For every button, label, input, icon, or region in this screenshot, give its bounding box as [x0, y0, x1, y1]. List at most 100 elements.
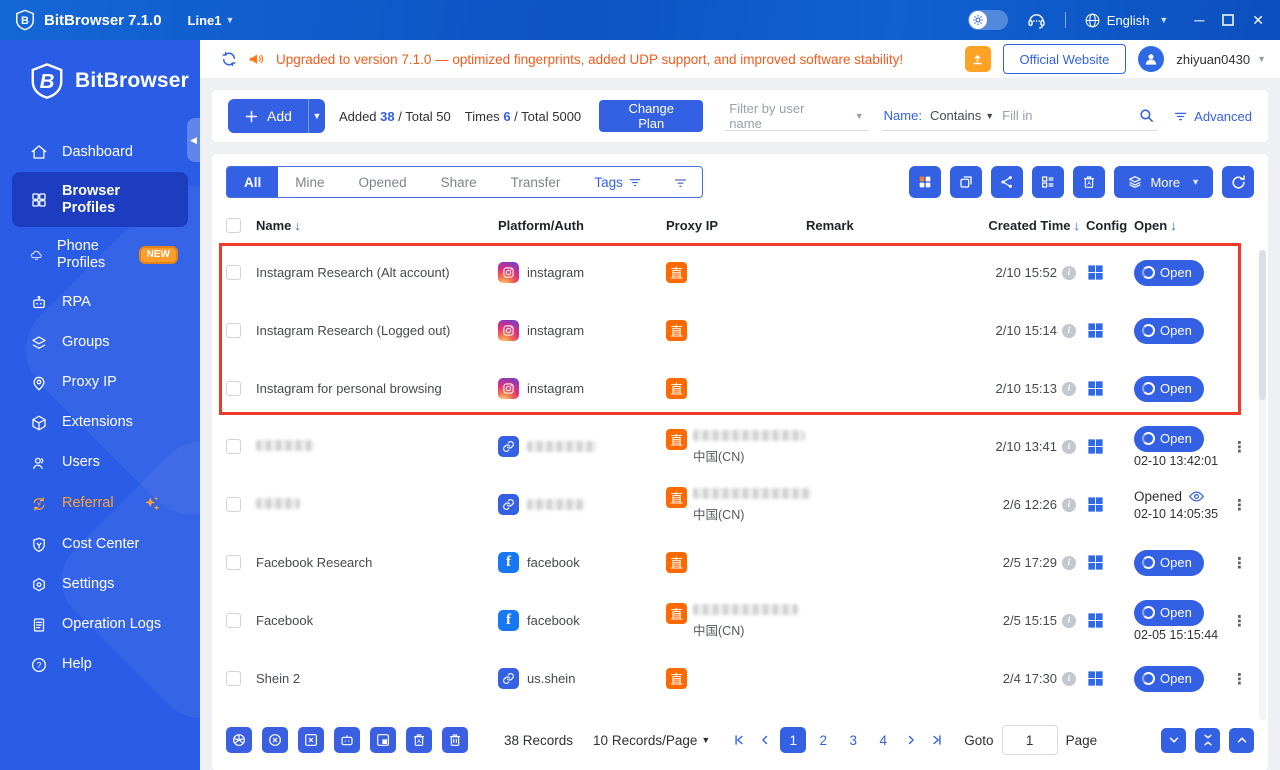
line-selector[interactable]: Line1▼	[188, 13, 235, 28]
row-menu-button[interactable]: ⋮	[1226, 554, 1254, 572]
sidebar-item-browser-profiles[interactable]: Browser Profiles	[12, 172, 188, 227]
search-icon[interactable]	[1138, 107, 1155, 124]
tab-opened[interactable]: Opened	[342, 166, 424, 198]
upload-button[interactable]	[965, 46, 991, 72]
clone-window-button[interactable]	[950, 166, 982, 198]
open-button[interactable]: Open	[1134, 376, 1204, 402]
open-button[interactable]: Open	[1134, 600, 1204, 626]
row-checkbox[interactable]	[226, 381, 241, 396]
table-row[interactable]: Facebook Research ffacebook 直 2/5 17:29i…	[226, 536, 1254, 589]
sort-desc-icon[interactable]: ↓	[1074, 218, 1081, 233]
scroll-down-button[interactable]	[1161, 728, 1186, 753]
advanced-filter-button[interactable]: Advanced	[1173, 109, 1252, 124]
row-menu-button[interactable]: ⋮	[1226, 612, 1254, 630]
per-page-select[interactable]: 10 Records/Page▼	[593, 733, 710, 748]
user-filter-select[interactable]: Filter by user name▼	[725, 101, 867, 131]
collapse-rows-button[interactable]	[1195, 728, 1220, 753]
close-all-browsers-button[interactable]	[262, 727, 288, 753]
table-row[interactable]: Instagram Research (Logged out) instagra…	[226, 304, 1254, 357]
sidebar-item-operation-logs[interactable]: Operation Logs	[12, 605, 188, 645]
row-menu-button[interactable]: ⋮	[1226, 670, 1254, 688]
sidebar-item-proxy-ip[interactable]: Proxy IP	[12, 363, 188, 403]
open-all-browsers-button[interactable]	[226, 727, 252, 753]
sidebar-item-help[interactable]: ? Help	[12, 645, 188, 685]
info-icon[interactable]: i	[1062, 324, 1076, 338]
sidebar-item-extensions[interactable]: Extensions	[12, 403, 188, 443]
sidebar-item-referral[interactable]: ¥ Referral	[12, 483, 188, 525]
table-row[interactable]: Shein 2 us.shein 直 2/4 17:30i Open ⋮	[226, 652, 1254, 705]
search-input[interactable]	[1002, 108, 1130, 123]
more-button[interactable]: More▼	[1114, 166, 1213, 198]
tab-all[interactable]: All	[227, 166, 278, 198]
first-page-button[interactable]	[728, 728, 750, 752]
sidebar-item-groups[interactable]: Groups	[12, 323, 188, 363]
sort-desc-icon[interactable]: ↓	[1170, 218, 1177, 233]
info-icon[interactable]: i	[1062, 614, 1076, 628]
prev-page-button[interactable]	[754, 728, 776, 752]
close-windows-button[interactable]	[298, 727, 324, 753]
sort-filter-button[interactable]	[659, 166, 702, 198]
scrollbar-thumb[interactable]	[1259, 250, 1266, 400]
table-row[interactable]: 直中国(CN) 2/10 13:41i Open02-10 13:42:01 ⋮	[226, 420, 1254, 473]
open-button[interactable]: Open	[1134, 426, 1204, 452]
row-checkbox[interactable]	[226, 555, 241, 570]
page-1-button[interactable]: 1	[780, 727, 806, 753]
sidebar-item-phone-profiles[interactable]: Phone Profiles NEW	[12, 227, 188, 282]
row-checkbox[interactable]	[226, 265, 241, 280]
support-headset-icon[interactable]	[1026, 10, 1047, 31]
table-row[interactable]: 直中国(CN) 2/6 12:26i Opened02-10 14:05:35 …	[226, 478, 1254, 531]
scroll-top-button[interactable]	[1229, 728, 1254, 753]
maximize-button[interactable]	[1222, 14, 1234, 26]
sidebar-item-cost-center[interactable]: Cost Center	[12, 525, 188, 565]
contains-select[interactable]: Contains▼	[930, 108, 994, 123]
sidebar-collapse-button[interactable]: ◀	[187, 118, 200, 162]
info-icon[interactable]: i	[1062, 440, 1076, 454]
open-button[interactable]: Open	[1134, 666, 1204, 692]
language-selector[interactable]: English▼	[1084, 12, 1169, 29]
select-all-checkbox[interactable]	[226, 218, 241, 233]
batch-delete-button[interactable]: A	[1073, 166, 1105, 198]
tab-tags[interactable]: Tags	[577, 166, 659, 198]
delete-button[interactable]	[442, 727, 468, 753]
refresh-button[interactable]	[1222, 166, 1254, 198]
info-icon[interactable]: i	[1062, 266, 1076, 280]
row-checkbox[interactable]	[226, 439, 241, 454]
row-menu-button[interactable]: ⋮	[1226, 496, 1254, 514]
row-menu-button[interactable]: ⋮	[1226, 264, 1254, 282]
minimize-button[interactable]: ─	[1194, 12, 1204, 28]
last-page-button[interactable]	[926, 728, 948, 752]
change-plan-button[interactable]: Change Plan	[599, 100, 703, 132]
open-button[interactable]: Open	[1134, 318, 1204, 344]
row-checkbox[interactable]	[226, 671, 241, 686]
add-dropdown-button[interactable]: ▼	[309, 99, 325, 133]
share-button[interactable]	[991, 166, 1023, 198]
table-row[interactable]: Instagram Research (Alt account) instagr…	[226, 246, 1254, 299]
username-menu[interactable]: zhiyuan0430▼	[1176, 52, 1266, 67]
page-3-button[interactable]: 3	[840, 727, 866, 753]
avatar[interactable]	[1138, 46, 1164, 72]
tab-share[interactable]: Share	[424, 166, 494, 198]
info-icon[interactable]: i	[1062, 672, 1076, 686]
info-icon[interactable]: i	[1062, 556, 1076, 570]
group-manage-button[interactable]	[1032, 166, 1064, 198]
sidebar-item-dashboard[interactable]: Dashboard	[12, 132, 188, 172]
open-button[interactable]: Open	[1134, 550, 1204, 576]
sync-icon[interactable]	[220, 50, 238, 68]
tab-transfer[interactable]: Transfer	[494, 166, 578, 198]
theme-toggle[interactable]	[968, 10, 1008, 30]
sidebar-item-settings[interactable]: Settings	[12, 565, 188, 605]
row-menu-button[interactable]: ⋮	[1226, 322, 1254, 340]
eye-icon[interactable]	[1188, 488, 1205, 505]
info-icon[interactable]: i	[1062, 382, 1076, 396]
sort-desc-icon[interactable]: ↓	[294, 218, 301, 233]
add-profile-button[interactable]: Add ▼	[228, 99, 325, 133]
layout-grid-button[interactable]	[909, 166, 941, 198]
table-row[interactable]: Facebook ffacebook 直中国(CN) 2/5 15:15i Op…	[226, 594, 1254, 647]
info-icon[interactable]: i	[1062, 498, 1076, 512]
row-checkbox[interactable]	[226, 497, 241, 512]
row-checkbox[interactable]	[226, 613, 241, 628]
sidebar-item-users[interactable]: Users	[12, 443, 188, 483]
goto-page-input[interactable]	[1002, 725, 1058, 755]
page-4-button[interactable]: 4	[870, 727, 896, 753]
sidebar-item-rpa[interactable]: RPA	[12, 283, 188, 323]
